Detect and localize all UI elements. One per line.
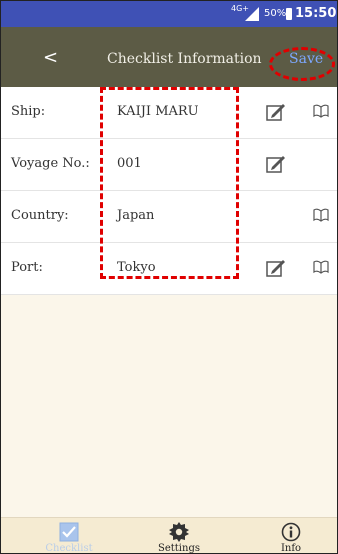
book-icon[interactable]	[313, 103, 329, 119]
tab-info-label: Info	[280, 543, 302, 554]
app-toolbar: < Checklist Information Save	[1, 27, 337, 87]
row-country: Country: Japan	[1, 191, 337, 243]
tab-settings[interactable]: Settings	[129, 518, 229, 554]
save-annotation-ellipse	[269, 47, 335, 81]
status-bar: 4G+ 50% 15:50	[1, 1, 337, 27]
port-value: Tokyo	[117, 260, 156, 275]
row-ship: Ship: KAIJI MARU	[1, 87, 337, 139]
ship-value: KAIJI MARU	[117, 104, 199, 119]
book-icon[interactable]	[313, 207, 329, 223]
row-port: Port: Tokyo	[1, 243, 337, 295]
voyage-label: Voyage No.:	[11, 156, 90, 171]
back-button[interactable]: <	[43, 47, 58, 68]
battery-icon	[286, 8, 292, 20]
battery-percent: 50%	[264, 8, 287, 19]
info-icon	[281, 522, 301, 542]
country-value: Japan	[117, 208, 155, 223]
page-title: Checklist Information	[107, 51, 262, 67]
tab-info[interactable]: Info	[241, 518, 337, 554]
bottom-navigation: Checklist Settings Info	[1, 517, 337, 554]
tab-settings-label: Settings	[158, 543, 200, 554]
ship-label: Ship:	[11, 104, 46, 119]
edit-icon[interactable]	[266, 153, 286, 173]
app-screen: 4G+ 50% 15:50 < Checklist Information Sa…	[0, 0, 338, 554]
clock: 15:50	[295, 6, 337, 21]
edit-icon[interactable]	[266, 101, 286, 121]
signal-icon	[245, 7, 259, 21]
checklist-info-list: Ship: KAIJI MARU Voyage No.: 001 Country…	[1, 87, 337, 295]
country-label: Country:	[11, 208, 69, 223]
book-icon[interactable]	[313, 259, 329, 275]
tab-checklist-label: Checklist	[45, 543, 93, 554]
voyage-value: 001	[117, 156, 142, 171]
gear-icon	[169, 522, 189, 542]
checkbox-icon	[59, 522, 79, 542]
port-label: Port:	[11, 260, 43, 275]
tab-checklist[interactable]: Checklist	[19, 518, 119, 554]
edit-icon[interactable]	[266, 257, 286, 277]
row-voyage: Voyage No.: 001	[1, 139, 337, 191]
